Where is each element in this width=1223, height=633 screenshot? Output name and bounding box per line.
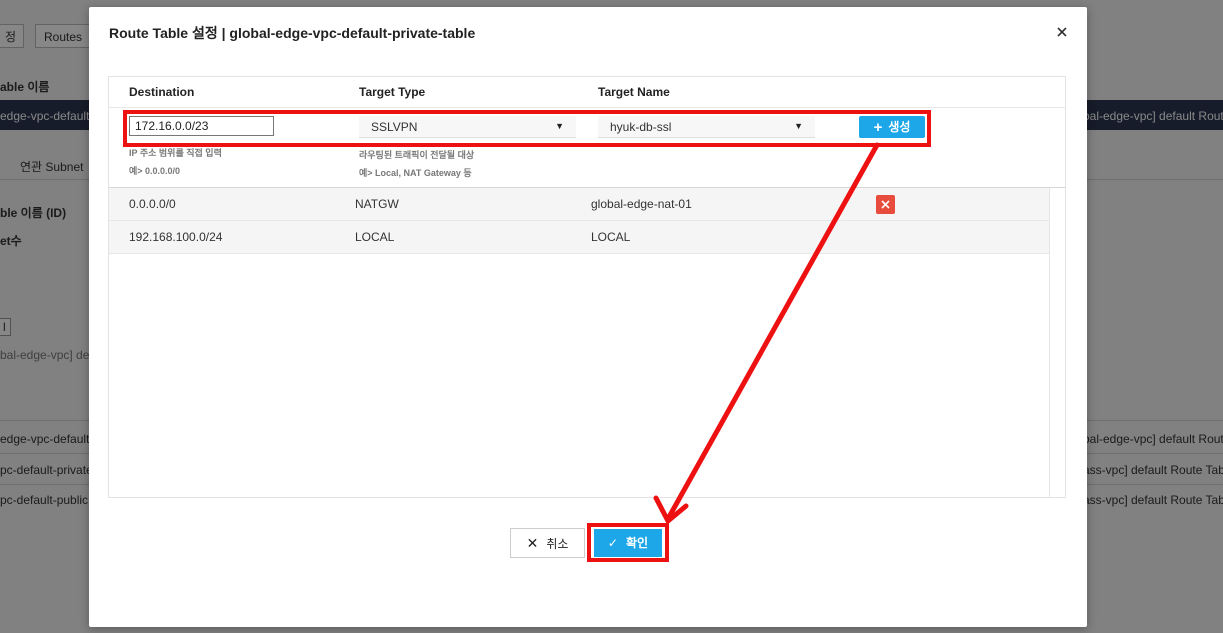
- routes-panel: Destination Target Type Target Name SSLV…: [108, 76, 1066, 498]
- routes-list: 0.0.0.0/0 NATGW global-edge-nat-01 192.1…: [109, 188, 1051, 497]
- new-route-row: SSLVPN ▼ hyuk-db-ssl ▼ + 생성 IP 주소 범위를 직접 …: [109, 107, 1065, 188]
- route-destination: 192.168.100.0/24: [129, 230, 223, 244]
- route-table-modal: Route Table 설정 | global-edge-vpc-default…: [89, 7, 1087, 627]
- create-button-label: 생성: [888, 120, 911, 134]
- route-target-type: NATGW: [355, 197, 399, 211]
- target-type-select[interactable]: SSLVPN ▼: [359, 116, 576, 138]
- column-header-target-name: Target Name: [598, 85, 670, 99]
- route-target-name: global-edge-nat-01: [591, 197, 692, 211]
- column-header-target-type: Target Type: [359, 85, 426, 99]
- create-button[interactable]: + 생성: [859, 116, 925, 138]
- target-type-value: SSLVPN: [371, 120, 418, 134]
- confirm-button[interactable]: ✓ 확인: [594, 529, 662, 557]
- cancel-button-label: 취소: [546, 537, 569, 551]
- confirm-button-label: 확인: [625, 536, 649, 550]
- close-icon[interactable]: [1053, 23, 1071, 41]
- modal-title: Route Table 설정 | global-edge-vpc-default…: [109, 25, 476, 41]
- target-name-select[interactable]: hyuk-db-ssl ▼: [598, 116, 815, 138]
- vertical-scrollbar[interactable]: [1049, 188, 1065, 497]
- cancel-button[interactable]: ✕ 취소: [510, 528, 585, 558]
- destination-hint: IP 주소 범위를 직접 입력: [129, 148, 222, 158]
- table-row: 0.0.0.0/0 NATGW global-edge-nat-01: [109, 188, 1051, 221]
- route-target-name: LOCAL: [591, 230, 631, 244]
- table-row: 192.168.100.0/24 LOCAL LOCAL: [109, 221, 1051, 254]
- column-header-destination: Destination: [129, 85, 195, 99]
- destination-example: 예> 0.0.0.0/0: [129, 166, 181, 176]
- caret-down-icon: ▼: [794, 121, 803, 131]
- target-type-example: 예> Local, NAT Gateway 등: [359, 168, 472, 178]
- table-header: Destination Target Type Target Name: [109, 77, 1065, 108]
- check-icon: ✓: [607, 536, 618, 550]
- plus-icon: +: [873, 119, 883, 136]
- target-type-hint: 라우팅된 트래픽이 전달될 대상: [359, 150, 475, 160]
- route-destination: 0.0.0.0/0: [129, 197, 176, 211]
- caret-down-icon: ▼: [555, 121, 564, 131]
- destination-input[interactable]: [129, 116, 274, 136]
- close-icon: ✕: [526, 535, 539, 551]
- target-name-value: hyuk-db-ssl: [610, 120, 672, 134]
- route-target-type: LOCAL: [355, 230, 395, 244]
- close-icon: [881, 200, 890, 209]
- delete-route-button[interactable]: [876, 195, 895, 214]
